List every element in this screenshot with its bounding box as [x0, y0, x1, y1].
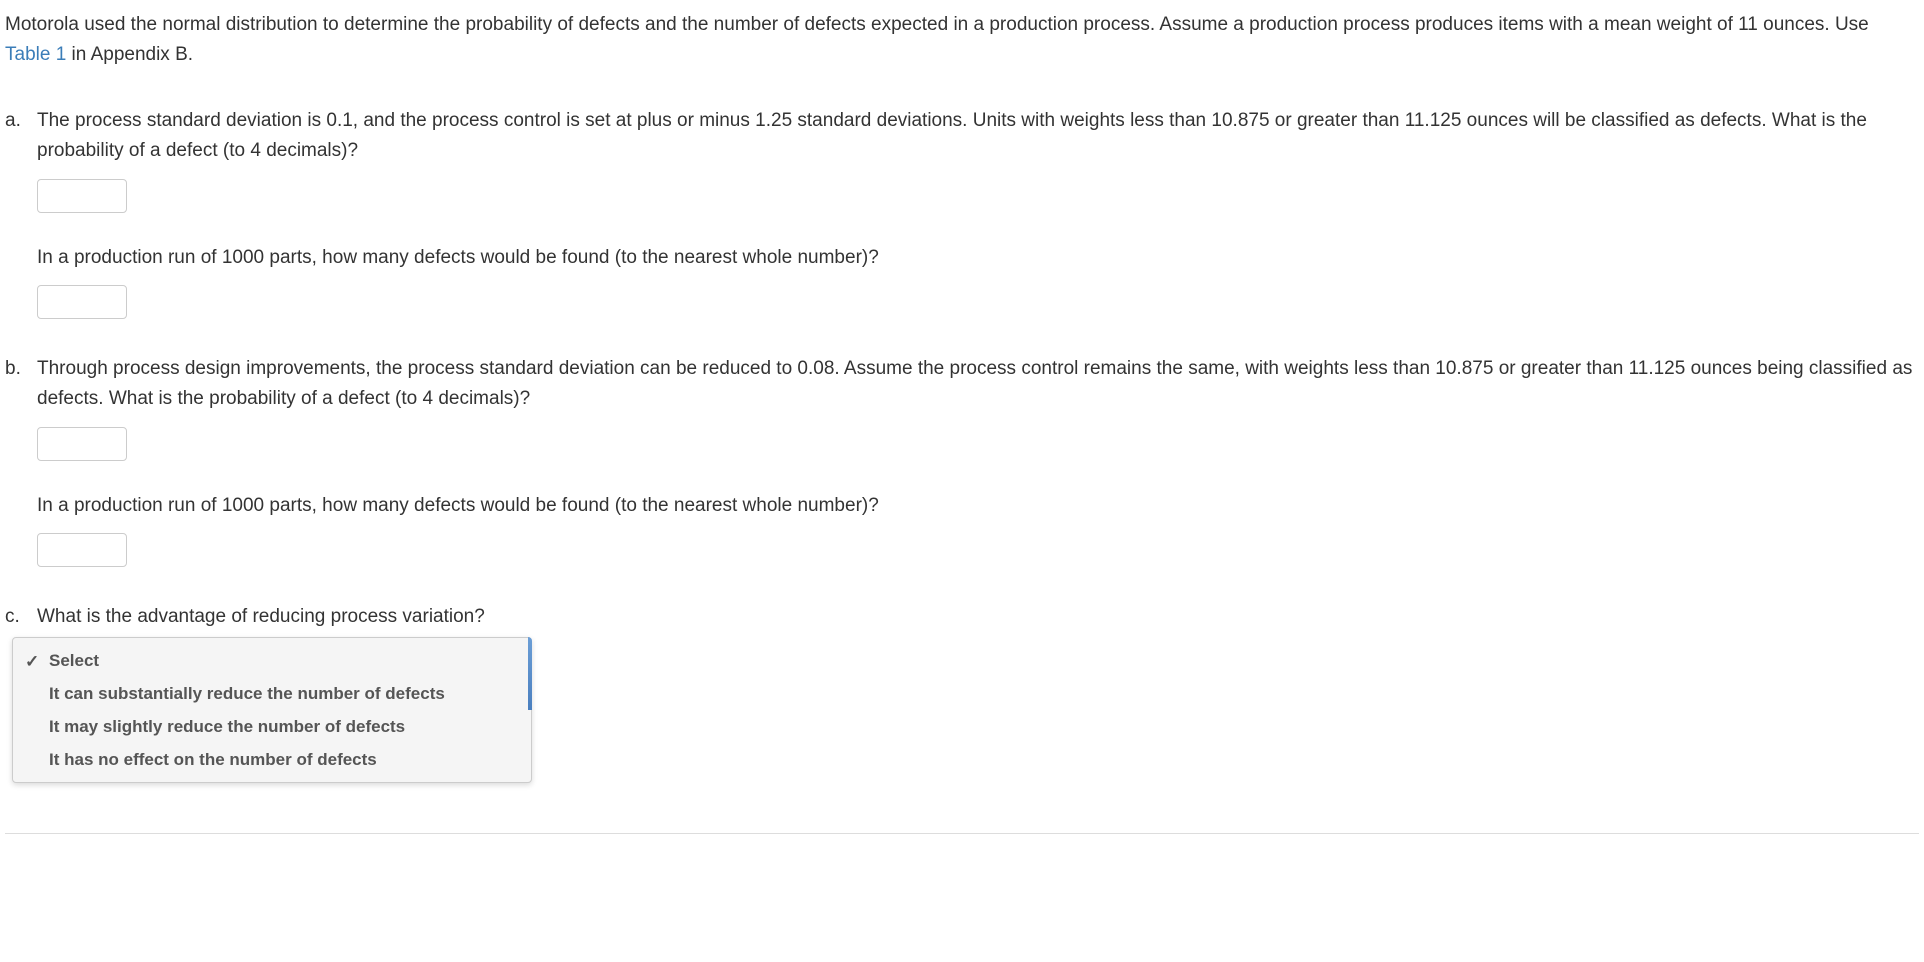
dropdown-option-substantially[interactable]: It can substantially reduce the number o…: [13, 677, 531, 710]
dropdown-option-no-effect[interactable]: It has no effect on the number of defect…: [13, 743, 531, 776]
intro-text-after: in Appendix B.: [66, 44, 193, 65]
dropdown-option-label: It has no effect on the number of defect…: [49, 750, 377, 769]
bottom-divider: [5, 833, 1919, 834]
question-a-text1: The process standard deviation is 0.1, a…: [37, 106, 1919, 167]
question-b-marker: b.: [5, 354, 21, 384]
question-a-marker: a.: [5, 106, 21, 136]
question-a-input2[interactable]: [37, 285, 127, 319]
question-c-text: What is the advantage of reducing proces…: [37, 602, 1919, 632]
intro-paragraph: Motorola used the normal distribution to…: [5, 10, 1919, 71]
question-c-marker: c.: [5, 602, 20, 632]
question-b-input1[interactable]: [37, 427, 127, 461]
question-b-text1: Through process design improvements, the…: [37, 354, 1919, 415]
question-c-dropdown[interactable]: ✓ Select It can substantially reduce the…: [12, 637, 532, 784]
dropdown-option-slightly[interactable]: It may slightly reduce the number of def…: [13, 710, 531, 743]
dropdown-option-select[interactable]: ✓ Select: [13, 644, 531, 677]
intro-text-before: Motorola used the normal distribution to…: [5, 14, 1869, 35]
dropdown-option-label: It can substantially reduce the number o…: [49, 684, 445, 703]
question-b-text2: In a production run of 1000 parts, how m…: [37, 491, 1919, 521]
check-icon: ✓: [25, 648, 39, 675]
question-c: c. What is the advantage of reducing pro…: [5, 602, 1919, 783]
dropdown-option-label: Select: [49, 651, 99, 670]
question-a: a. The process standard deviation is 0.1…: [5, 106, 1919, 319]
question-b-input2[interactable]: [37, 533, 127, 567]
question-b: b. Through process design improvements, …: [5, 354, 1919, 567]
question-a-input1[interactable]: [37, 179, 127, 213]
dropdown-option-label: It may slightly reduce the number of def…: [49, 717, 405, 736]
question-a-text2: In a production run of 1000 parts, how m…: [37, 243, 1919, 273]
table-link[interactable]: Table 1: [5, 44, 66, 65]
